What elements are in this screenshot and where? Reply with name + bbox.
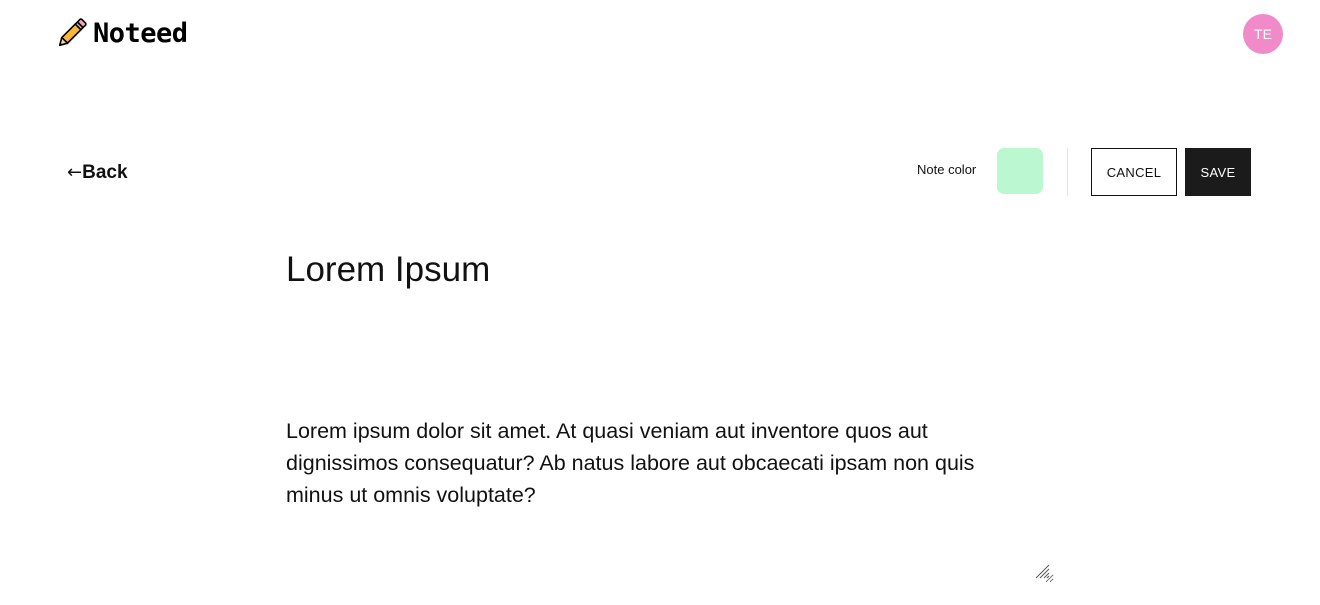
cancel-button[interactable]: CANCEL (1091, 148, 1177, 196)
save-button[interactable]: SAVE (1185, 148, 1251, 196)
app-logo[interactable]: Noteed (53, 16, 188, 52)
app-header: Noteed TE (0, 0, 1320, 72)
toolbar-divider (1067, 148, 1068, 196)
note-editor: Lorem ipsum dolor sit amet. At quasi ven… (286, 245, 1054, 585)
note-color-picker[interactable] (997, 148, 1043, 194)
note-toolbar: Note color CANCEL SAVE (0, 148, 1320, 196)
note-body-text: Lorem ipsum dolor sit amet. At quasi ven… (286, 419, 981, 507)
app-name: Noteed (93, 18, 188, 49)
user-avatar[interactable]: TE (1243, 14, 1283, 54)
pencil-icon (58, 18, 87, 47)
note-color-label: Note color (917, 162, 977, 177)
note-title-input[interactable] (286, 245, 1046, 295)
avatar-initials: TE (1254, 26, 1272, 42)
note-body-textarea[interactable]: Lorem ipsum dolor sit amet. At quasi ven… (286, 351, 1054, 583)
resize-handle-icon[interactable] (1033, 562, 1051, 580)
